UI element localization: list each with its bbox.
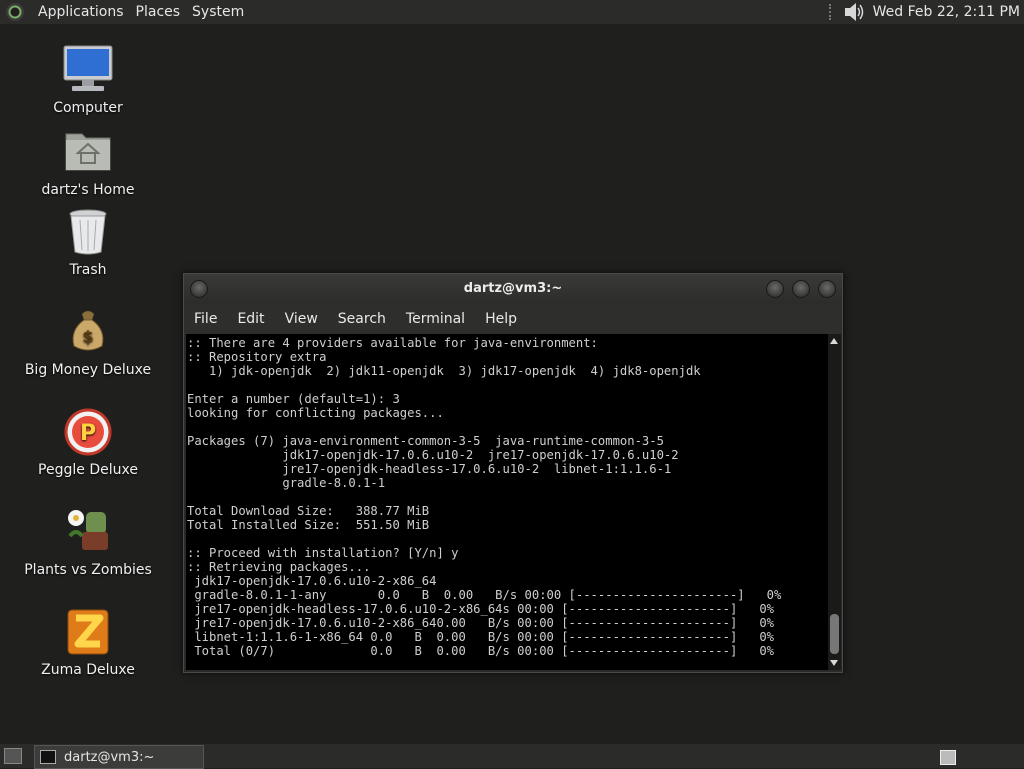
top-panel: Applications Places System Wed Feb 22, 2… <box>0 0 1024 24</box>
plants-vs-zombies-icon <box>62 506 114 558</box>
scrollbar-thumb[interactable] <box>830 614 839 654</box>
svg-text:$: $ <box>82 327 93 346</box>
home-folder-icon <box>62 126 114 178</box>
desktop-icon-label: Plants vs Zombies <box>24 562 152 578</box>
applications-menu[interactable]: Applications <box>32 4 130 20</box>
desktop-icon-label: Zuma Deluxe <box>41 662 135 678</box>
menu-terminal[interactable]: Terminal <box>396 311 475 327</box>
places-menu[interactable]: Places <box>130 4 187 20</box>
menu-help[interactable]: Help <box>475 311 527 327</box>
window-menubar: File Edit View Search Terminal Help <box>184 304 842 334</box>
computer-icon <box>62 44 114 96</box>
scroll-down-arrow-icon[interactable] <box>830 660 838 666</box>
desktop-icon-big-money[interactable]: $ Big Money Deluxe <box>18 306 158 378</box>
clock[interactable]: Wed Feb 22, 2:11 PM <box>873 4 1020 20</box>
taskbar-item-label: dartz@vm3:~ <box>64 749 155 765</box>
panel-handle <box>828 4 835 20</box>
zuma-icon <box>62 606 114 658</box>
menu-file[interactable]: File <box>184 311 227 327</box>
show-desktop-icon[interactable] <box>4 748 22 764</box>
desktop-icon-label: Computer <box>53 100 123 116</box>
volume-speaker-icon[interactable] <box>843 2 865 22</box>
desktop-icon-label: Big Money Deluxe <box>24 362 152 378</box>
terminal-output[interactable]: :: There are 4 providers available for j… <box>186 334 828 670</box>
menu-search[interactable]: Search <box>328 311 396 327</box>
close-button[interactable] <box>818 280 836 298</box>
menu-edit[interactable]: Edit <box>227 311 274 327</box>
window-titlebar[interactable]: dartz@vm3:~ <box>184 274 842 304</box>
desktop-icon-peggle[interactable]: P Peggle Deluxe <box>18 406 158 478</box>
svg-text:P: P <box>80 421 96 446</box>
peggle-icon: P <box>62 406 114 458</box>
terminal-text: :: There are 4 providers available for j… <box>187 336 782 658</box>
minimize-button[interactable] <box>766 280 784 298</box>
scroll-up-arrow-icon[interactable] <box>830 338 838 344</box>
desktop-icon-zuma[interactable]: Zuma Deluxe <box>18 606 158 678</box>
workspace-switcher[interactable] <box>940 750 956 765</box>
maximize-button[interactable] <box>792 280 810 298</box>
desktop-icon-plants-vs-zombies[interactable]: Plants vs Zombies <box>18 506 158 578</box>
menu-view[interactable]: View <box>275 311 328 327</box>
desktop-icon-trash[interactable]: Trash <box>18 206 158 278</box>
top-panel-tray: Wed Feb 22, 2:11 PM <box>828 0 1020 24</box>
window-title: dartz@vm3:~ <box>463 281 563 296</box>
desktop-icon-label: Peggle Deluxe <box>38 462 138 478</box>
desktop-icon-computer[interactable]: Computer <box>18 44 158 116</box>
system-menu[interactable]: System <box>186 4 250 20</box>
taskbar-item-terminal[interactable]: dartz@vm3:~ <box>34 745 204 769</box>
top-menus: Applications Places System <box>6 0 250 24</box>
trash-icon <box>62 206 114 258</box>
desktop-icon-label: dartz's Home <box>41 182 135 198</box>
bottom-panel: dartz@vm3:~ <box>0 744 1024 769</box>
desktop-icon-label: Trash <box>69 262 107 278</box>
terminal-window[interactable]: dartz@vm3:~ File Edit View Search Termin… <box>183 273 843 673</box>
distro-logo-icon[interactable] <box>6 3 24 21</box>
desktop-icon-home[interactable]: dartz's Home <box>18 126 158 198</box>
money-bag-icon: $ <box>62 306 114 358</box>
terminal-scrollbar[interactable] <box>828 334 841 670</box>
terminal-icon <box>40 750 56 764</box>
